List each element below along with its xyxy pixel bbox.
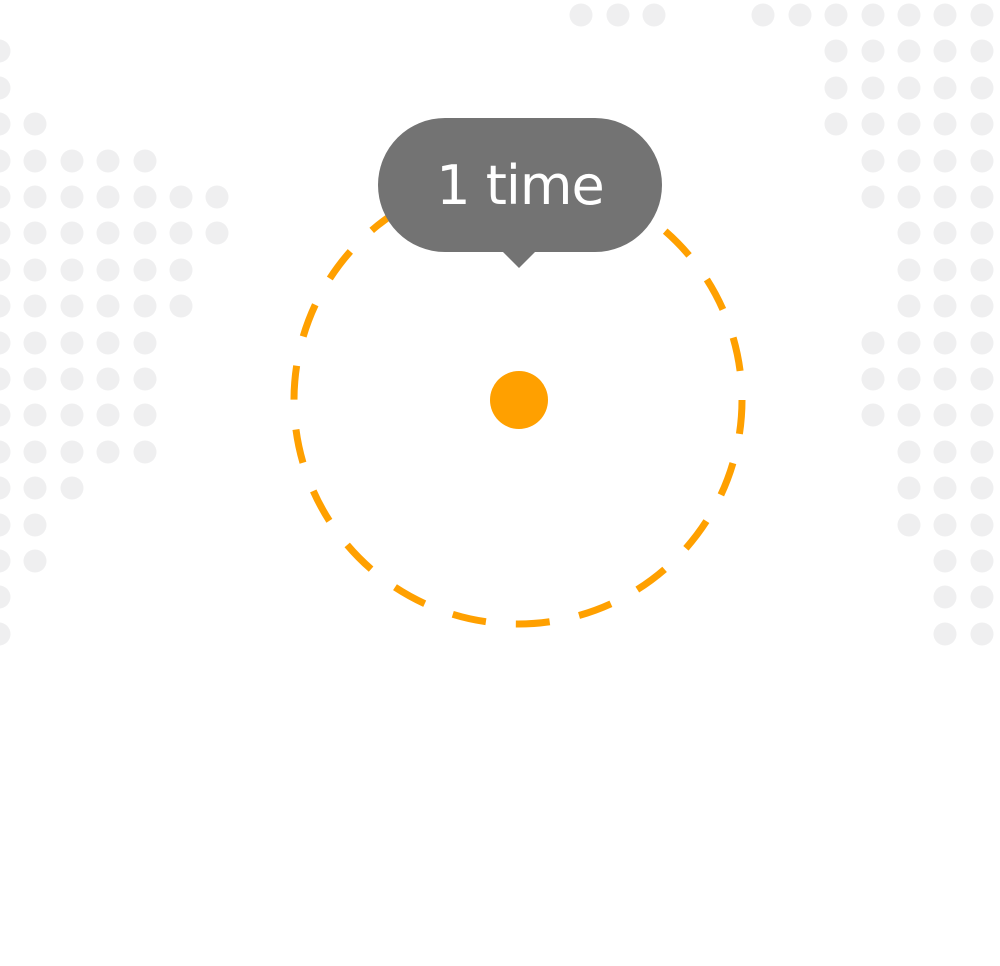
tooltip-label: 1 time [436, 153, 605, 217]
map-view: 1 time [0, 0, 1000, 966]
tooltip-pointer [502, 251, 536, 268]
location-dot-icon[interactable] [490, 371, 548, 429]
visit-count-tooltip: 1 time [378, 118, 662, 252]
